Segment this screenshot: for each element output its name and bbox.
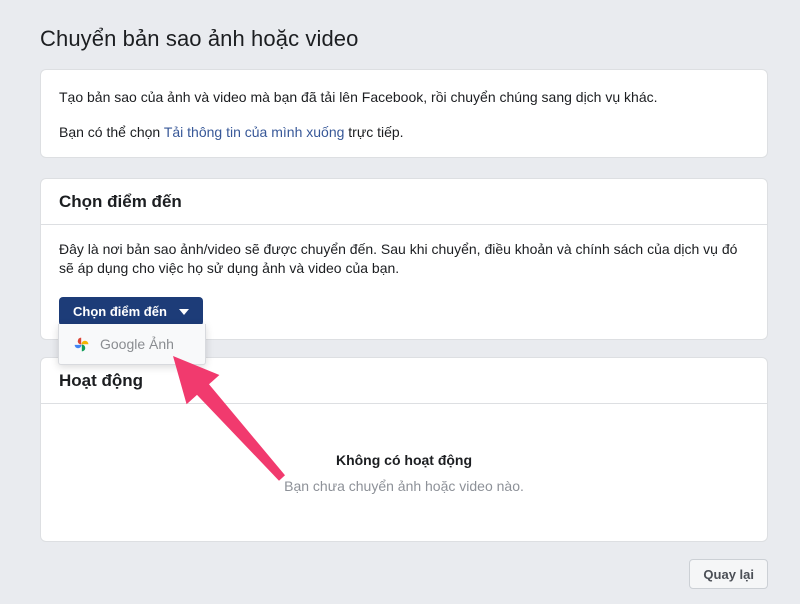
destination-card: Chọn điểm đến Đây là nơi bản sao ảnh/vid… <box>40 178 768 340</box>
activity-card: Hoạt động Không có hoạt động Bạn chưa ch… <box>40 357 768 542</box>
activity-empty-subtitle: Bạn chưa chuyển ảnh hoặc video nào. <box>284 478 524 494</box>
activity-card-body: Không có hoạt động Bạn chưa chuyển ảnh h… <box>41 404 767 542</box>
activity-empty-title: Không có hoạt động <box>336 452 472 468</box>
destination-dropdown-menu: Google Ảnh <box>58 324 206 365</box>
choose-destination-button-label: Chọn điểm đến <box>73 304 167 319</box>
destination-card-header: Chọn điểm đến <box>41 179 767 225</box>
transfer-copy-page: Chuyển bản sao ảnh hoặc video Tạo bản sa… <box>0 0 800 604</box>
destination-card-body: Đây là nơi bản sao ảnh/video sẽ được chu… <box>41 225 767 326</box>
download-your-information-link[interactable]: Tải thông tin của mình xuống <box>164 124 345 140</box>
choose-destination-button[interactable]: Chọn điểm đến <box>59 297 203 326</box>
destination-description: Đây là nơi bản sao ảnh/video sẽ được chu… <box>59 240 749 278</box>
settings-page: { "window": { "title": "Chuyển bản sao ả… <box>0 0 800 604</box>
destination-section-title: Chọn điểm đến <box>59 192 749 212</box>
dropdown-item-google-photos[interactable]: Google Ảnh <box>59 324 205 364</box>
dropdown-item-label: Google Ảnh <box>100 336 174 352</box>
google-photos-icon <box>74 337 89 352</box>
activity-section-title: Hoạt động <box>59 371 749 391</box>
page-title: Chuyển bản sao ảnh hoặc video <box>40 26 358 52</box>
intro-text-suffix: trực tiếp. <box>344 124 403 140</box>
intro-text-prefix: Bạn có thể chọn <box>59 124 164 140</box>
back-button[interactable]: Quay lại <box>689 559 768 589</box>
intro-text-secondary: Bạn có thể chọn Tải thông tin của mình x… <box>59 123 749 142</box>
intro-text: Tạo bản sao của ảnh và video mà bạn đã t… <box>59 88 749 107</box>
intro-card: Tạo bản sao của ảnh và video mà bạn đã t… <box>40 69 768 158</box>
chevron-down-icon <box>179 309 189 315</box>
